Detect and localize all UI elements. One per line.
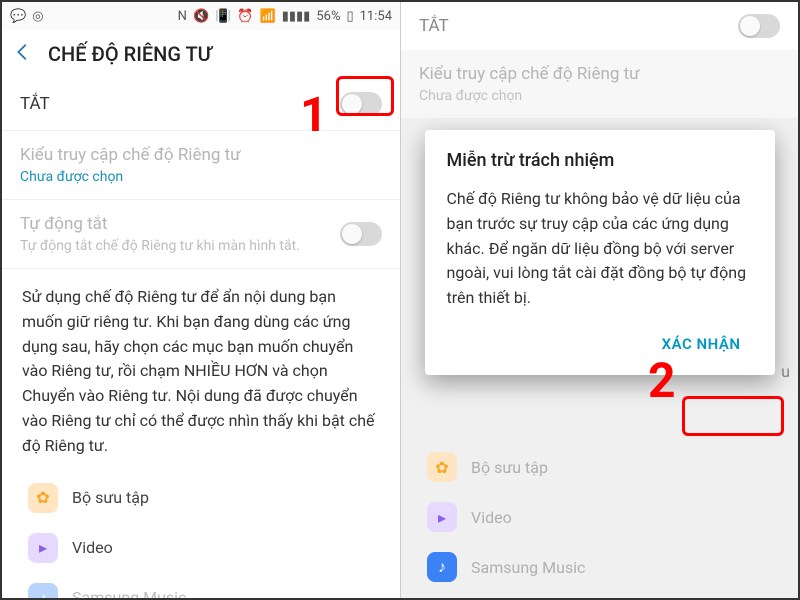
dialog-body: Chế độ Riêng tư không bảo vệ dữ liệu của… [447,187,753,311]
app-icon: ◎ [32,9,43,24]
app-list-left: ✿ Bộ sưu tập ▸ Video ♪ Samsung Music [2,469,400,598]
right-access-sub: Chưa được chọn [419,88,780,104]
right-toggle-switch[interactable] [738,14,780,38]
left-pane: 💬 ◎ N 🔇 📳 ⏰ 📶 ▮▮▮▮ 56% ▯ 11:54 CHẾ ĐỘ RI… [2,2,400,598]
nfc-icon: N [178,9,187,24]
vibrate-icon: 📳 [215,9,231,24]
app-label: Video [72,538,113,557]
page-header: CHẾ ĐỘ RIÊNG TƯ [2,30,400,78]
wifi-icon: 📶 [260,9,276,24]
list-item: ▸ Video [2,523,400,573]
gallery-icon: ✿ [28,483,58,513]
right-header: TẮT [401,2,798,50]
status-bar: 💬 ◎ N 🔇 📳 ⏰ 📶 ▮▮▮▮ 56% ▯ 11:54 [2,2,400,30]
messenger-icon: 💬 [10,9,26,24]
auto-off-sub: Tự động tắt chế độ Riêng tư khi màn hình… [20,238,340,254]
list-item: ✿ Bộ sưu tập [2,473,400,523]
right-access-title: Kiểu truy cập chế độ Riêng tư [419,64,780,84]
app-label: Samsung Music [72,588,186,598]
master-toggle-switch[interactable] [340,92,382,116]
auto-off-title: Tự động tắt [20,214,340,234]
auto-off-toggle [340,222,382,246]
access-type-title: Kiểu truy cập chế độ Riêng tư [20,145,382,165]
description-text: Sử dụng chế độ Riêng tư để ẩn nội dung b… [2,269,400,469]
dialog-title: Miễn trừ trách nhiệm [447,150,753,171]
battery-percent: 56% [316,9,340,24]
confirm-button[interactable]: XÁC NHẬN [650,327,753,361]
access-type-sub: Chưa được chọn [20,169,382,185]
mute-icon: 🔇 [193,9,209,24]
master-toggle-label: TẮT [20,94,50,114]
right-access-row[interactable]: Kiểu truy cập chế độ Riêng tư Chưa được … [401,50,798,119]
battery-icon: ▯ [346,9,353,24]
signal-icon: ▮▮▮▮ [282,9,311,24]
app-label: Bộ sưu tập [72,488,149,507]
list-item: ♪ Samsung Music [2,573,400,598]
page-title: CHẾ ĐỘ RIÊNG TƯ [48,42,212,66]
back-icon[interactable] [12,41,34,67]
auto-off-row: Tự động tắt Tự động tắt chế độ Riêng tư … [2,200,400,269]
music-icon: ♪ [28,583,58,598]
dialog-backdrop: Miễn trừ trách nhiệm Chế độ Riêng tư khô… [401,130,798,598]
video-icon: ▸ [28,533,58,563]
right-pane: TẮT Kiểu truy cập chế độ Riêng tư Chưa đ… [400,2,798,598]
right-toggle-label: TẮT [419,16,449,36]
access-type-row[interactable]: Kiểu truy cập chế độ Riêng tư Chưa được … [2,131,400,200]
master-toggle-row[interactable]: TẮT [2,78,400,131]
clock: 11:54 [360,9,392,24]
alarm-icon: ⏰ [237,9,253,24]
disclaimer-dialog: Miễn trừ trách nhiệm Chế độ Riêng tư khô… [425,130,775,375]
